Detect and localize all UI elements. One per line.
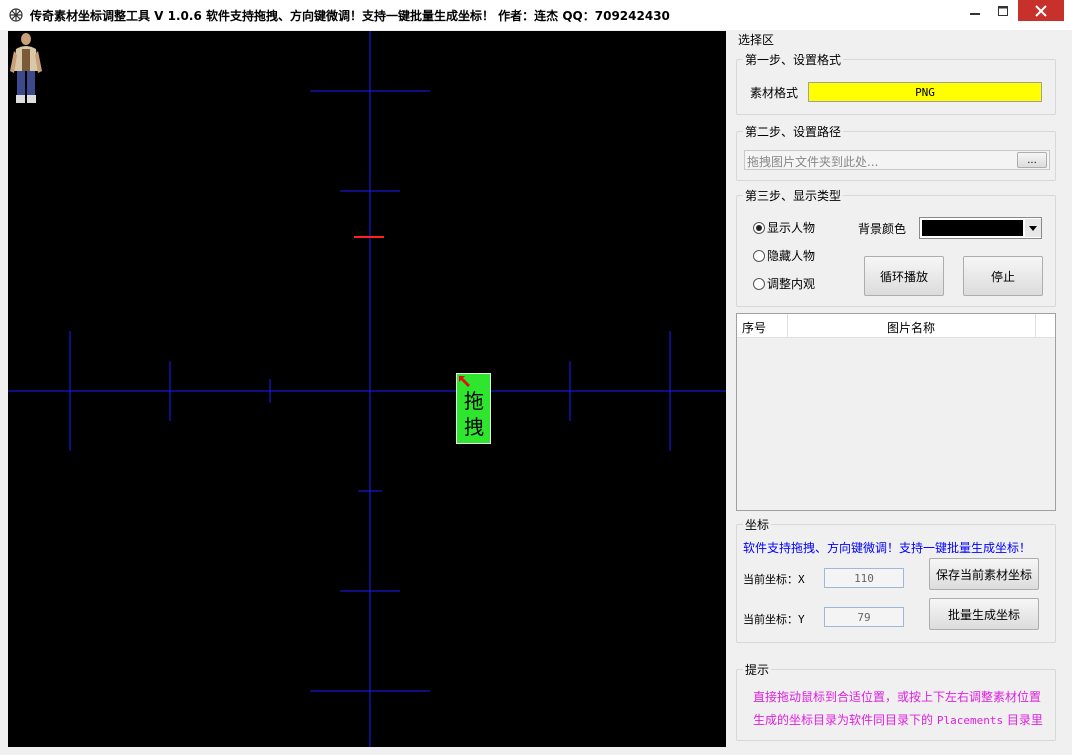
drag-handle[interactable]: 拖拽 <box>456 373 491 444</box>
dropdown-button[interactable] <box>1025 219 1041 237</box>
title-bar: 传奇素材坐标调整工具 V 1.0.6 软件支持拖拽、方向键微调！支持一键批量生成… <box>0 0 1072 30</box>
batch-generate-button[interactable]: 批量生成坐标 <box>929 598 1039 630</box>
chevron-down-icon <box>1029 225 1037 231</box>
app-logo-icon <box>9 8 23 22</box>
column-header-name[interactable]: 图片名称 <box>887 319 935 336</box>
image-list[interactable]: 序号 图片名称 <box>736 313 1056 511</box>
path-input[interactable]: 拖拽图片文件夹到此处... ... <box>744 150 1050 170</box>
crosshair-guides <box>8 31 726 747</box>
tips-group: 提示 直接拖动鼠标到合适位置，或按上下左右调整素材位置 生成的坐标目录为软件同目… <box>736 661 1056 741</box>
radio-hide-character-label: 隐藏人物 <box>767 249 816 263</box>
step3-group: 第三步、显示类型 显示人物 隐藏人物 调整内观 背景颜色 循环播放 停止 <box>736 187 1056 307</box>
step3-label: 第三步、显示类型 <box>743 187 844 204</box>
bg-color-select[interactable] <box>919 217 1042 239</box>
browse-button[interactable]: ... <box>1017 152 1047 168</box>
stop-button[interactable]: 停止 <box>963 256 1043 296</box>
tip-line-1: 直接拖动鼠标到合适位置，或按上下左右调整素材位置 <box>753 690 1042 704</box>
panel-title: 选择区 <box>738 33 775 47</box>
drag-label: 拖拽 <box>464 389 484 439</box>
step1-group: 第一步、设置格式 素材格式 PNG <box>736 51 1056 115</box>
radio-adjust-inner-label: 调整内观 <box>767 277 816 291</box>
tip-line-2-code: Placements <box>936 714 1004 727</box>
window-title: 传奇素材坐标调整工具 V 1.0.6 软件支持拖拽、方向键微调！支持一键批量生成… <box>30 9 670 23</box>
close-button[interactable] <box>1018 0 1064 21</box>
arrow-up-left-icon <box>459 376 470 387</box>
radio-show-character-label: 显示人物 <box>767 221 816 235</box>
x-coordinate-input[interactable]: 110 <box>824 568 904 588</box>
radio-checked-icon <box>753 221 765 234</box>
maximize-button[interactable] <box>990 0 1016 21</box>
column-divider <box>1035 314 1036 338</box>
coords-label: 坐标 <box>743 516 772 533</box>
radio-unchecked-icon <box>753 277 765 290</box>
save-coordinate-button[interactable]: 保存当前素材坐标 <box>929 558 1039 590</box>
format-select[interactable]: PNG <box>808 82 1042 102</box>
bg-color-swatch <box>922 220 1023 236</box>
coords-info: 软件支持拖拽、方向键微调！支持一键批量生成坐标！ <box>743 541 1032 555</box>
column-divider <box>787 314 788 338</box>
bg-color-label: 背景颜色 <box>858 222 907 236</box>
tip-line-2-suffix: 目录里 <box>1006 713 1043 727</box>
list-header: 序号 图片名称 <box>737 314 1055 338</box>
tip-line-2: 生成的坐标目录为软件同目录下的 Placements 目录里 <box>753 711 1043 728</box>
close-icon <box>1035 4 1047 17</box>
radio-adjust-inner[interactable]: 调整内观 <box>753 275 815 292</box>
radio-hide-character[interactable]: 隐藏人物 <box>753 247 815 264</box>
format-label: 素材格式 <box>750 86 799 100</box>
coords-group: 坐标 软件支持拖拽、方向键微调！支持一键批量生成坐标！ 当前坐标：X 110 当… <box>736 516 1056 643</box>
minimize-icon <box>970 12 980 15</box>
loop-play-button[interactable]: 循环播放 <box>864 256 944 296</box>
column-header-index[interactable]: 序号 <box>742 319 766 336</box>
step2-label: 第二步、设置路径 <box>743 123 844 140</box>
y-coordinate-input[interactable]: 79 <box>824 607 904 627</box>
tip-line-2-prefix: 生成的坐标目录为软件同目录下的 <box>753 713 934 727</box>
y-label: 当前坐标：Y <box>743 613 805 626</box>
path-placeholder: 拖拽图片文件夹到此处... <box>747 155 879 169</box>
minimize-button[interactable] <box>962 0 988 21</box>
step1-label: 第一步、设置格式 <box>743 51 844 68</box>
maximize-icon <box>998 5 1008 16</box>
character-sprite <box>10 33 42 103</box>
x-label: 当前坐标：X <box>743 573 805 586</box>
selection-panel: 选择区 第一步、设置格式 素材格式 PNG 第二步、设置路径 拖拽图片文件夹到此… <box>729 31 1064 747</box>
step2-group: 第二步、设置路径 拖拽图片文件夹到此处... ... <box>736 123 1056 181</box>
radio-unchecked-icon <box>753 249 765 262</box>
preview-canvas[interactable]: 拖拽 <box>8 31 726 747</box>
radio-show-character[interactable]: 显示人物 <box>753 219 815 236</box>
tips-label: 提示 <box>743 661 772 678</box>
